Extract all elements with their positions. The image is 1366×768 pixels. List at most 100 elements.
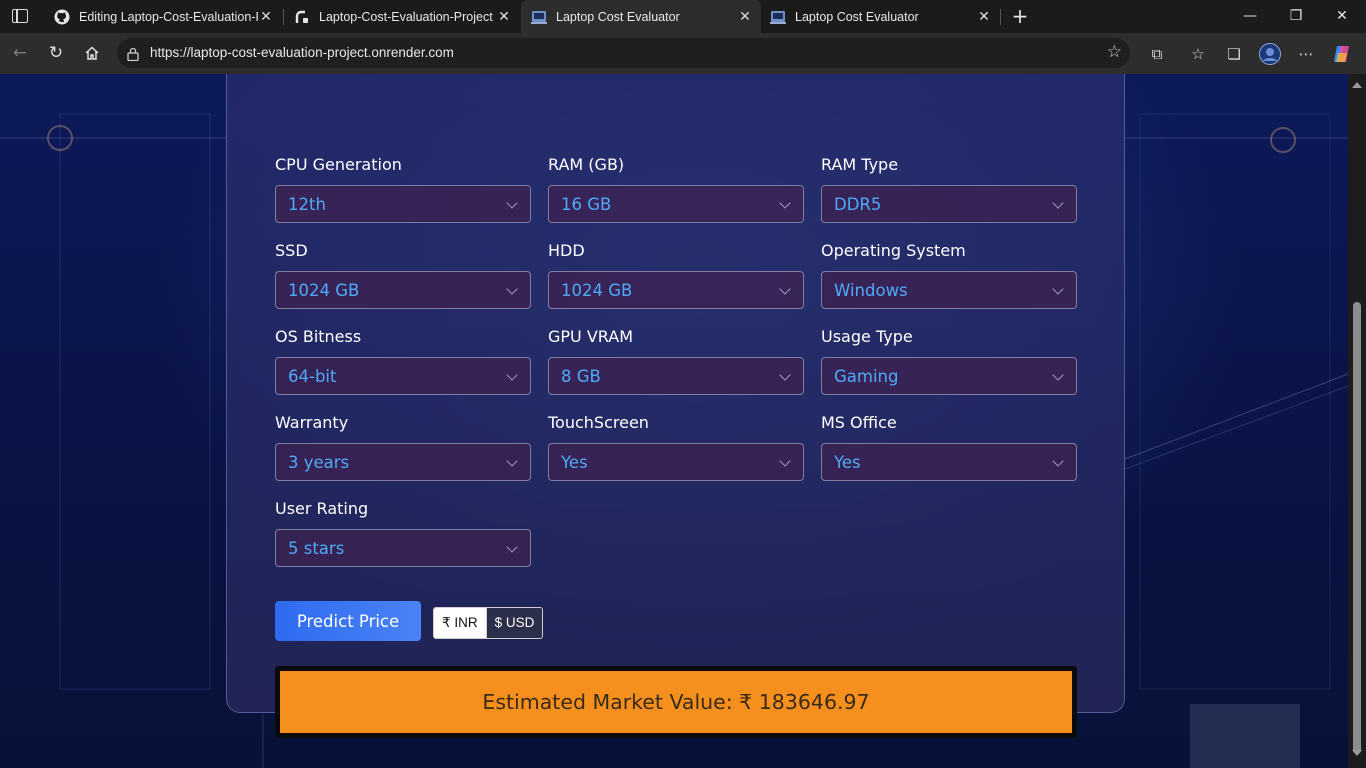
field-ram-type: RAM Type DDR5 [821, 155, 1077, 223]
ram-type-select[interactable]: DDR5 [821, 185, 1077, 223]
home-icon[interactable] [81, 42, 103, 64]
lock-icon[interactable] [127, 46, 139, 62]
field-cpu-generation: CPU Generation 12th [275, 155, 531, 223]
favorites-icon[interactable]: ☆ [1187, 43, 1209, 65]
gpu-vram-select[interactable]: 8 GB [548, 357, 804, 395]
predict-price-button[interactable]: Predict Price [275, 601, 421, 641]
tab-laptop[interactable]: Laptop Cost Evaluator ✕ [760, 0, 1000, 33]
scroll-down-arrow-icon[interactable] [1352, 750, 1362, 756]
field-label: Warranty [275, 413, 349, 432]
select-value: 1024 GB [561, 280, 633, 300]
field-label: HDD [548, 241, 585, 260]
operating-system-select[interactable]: Windows [821, 271, 1077, 309]
window-close-icon[interactable]: ✕ [1330, 5, 1354, 27]
field-label: GPU VRAM [548, 327, 634, 346]
chevron-down-icon [506, 197, 518, 209]
github-icon [54, 9, 70, 25]
field-os-bitness: OS Bitness 64-bit [275, 327, 531, 395]
os-bitness-select[interactable]: 64-bit [275, 357, 531, 395]
minimize-icon[interactable]: — [1238, 5, 1262, 27]
currency-toggle: ₹ INR $ USD [433, 607, 544, 639]
chevron-down-icon [506, 455, 518, 467]
chevron-down-icon [779, 369, 791, 381]
chevron-down-icon [506, 283, 518, 295]
chevron-down-icon [506, 369, 518, 381]
tab-title: Laptop Cost Evaluator [556, 9, 680, 24]
page-scrollbar[interactable] [1348, 74, 1366, 768]
chevron-down-icon [779, 197, 791, 209]
ms-office-select[interactable]: Yes [821, 443, 1077, 481]
tab-title: Editing Laptop-Cost-Evaluation-P [79, 9, 258, 24]
collections-icon[interactable]: ❏ [1223, 43, 1245, 65]
more-options-icon[interactable]: ⋯ [1295, 43, 1317, 65]
field-user-rating: User Rating 5 stars [275, 499, 531, 567]
field-gpu-vram: GPU VRAM 8 GB [548, 327, 804, 395]
field-label: Usage Type [821, 327, 913, 346]
field-hdd: HDD 1024 GB [548, 241, 804, 309]
refresh-icon[interactable]: ↻ [45, 42, 67, 64]
copilot-icon[interactable] [1331, 43, 1353, 65]
select-value: Windows [834, 280, 908, 300]
new-tab-plus-icon[interactable]: + [1010, 5, 1030, 27]
chevron-down-icon [1052, 197, 1064, 209]
chevron-down-icon [506, 541, 518, 553]
render-icon [294, 9, 310, 25]
cpu-generation-select[interactable]: 12th [275, 185, 531, 223]
select-value: Yes [834, 452, 861, 472]
close-icon[interactable]: ✕ [737, 9, 753, 25]
select-value: Gaming [834, 366, 899, 386]
ssd-select[interactable]: 1024 GB [275, 271, 531, 309]
estimated-value-text: Estimated Market Value: ₹ 183646.97 [280, 671, 1072, 733]
tab-laptop-active[interactable]: Laptop Cost Evaluator ✕ [521, 0, 761, 33]
back-arrow-icon[interactable]: ← [9, 42, 31, 64]
field-ram-gb: RAM (GB) 16 GB [548, 155, 804, 223]
currency-inr-button[interactable]: ₹ INR [434, 608, 486, 638]
tab-editing[interactable]: Editing Laptop-Cost-Evaluation-P ✕ [44, 0, 282, 33]
close-icon[interactable]: ✕ [258, 9, 274, 25]
select-value: 16 GB [561, 194, 612, 214]
page-viewport: CPU Generation 12th RAM (GB) 16 GB RAM T… [0, 74, 1348, 768]
tab-title: Laptop-Cost-Evaluation-Project · [319, 9, 496, 24]
extensions-icon[interactable]: ⧉ [1146, 43, 1168, 65]
laptop-icon [770, 9, 786, 25]
field-label: TouchScreen [548, 413, 649, 432]
chevron-down-icon [779, 455, 791, 467]
warranty-select[interactable]: 3 years [275, 443, 531, 481]
tab-render[interactable]: Laptop-Cost-Evaluation-Project · ✕ [284, 0, 520, 33]
field-label: Operating System [821, 241, 966, 260]
close-icon[interactable]: ✕ [976, 9, 992, 25]
favorite-star-icon[interactable]: ☆ [1107, 42, 1122, 62]
tab-title: Laptop Cost Evaluator [795, 9, 919, 24]
chevron-down-icon [779, 283, 791, 295]
hdd-select[interactable]: 1024 GB [548, 271, 804, 309]
select-value: Yes [561, 452, 588, 472]
browser-tab-bar: Editing Laptop-Cost-Evaluation-P ✕ Lapto… [0, 0, 1366, 33]
select-value: 3 years [288, 452, 350, 472]
currency-usd-button[interactable]: $ USD [485, 608, 543, 638]
field-label: OS Bitness [275, 327, 362, 346]
ram-gb-select[interactable]: 16 GB [548, 185, 804, 223]
restore-icon[interactable]: ❐ [1284, 5, 1308, 27]
user-rating-select[interactable]: 5 stars [275, 529, 531, 567]
chevron-down-icon [1052, 369, 1064, 381]
select-value: 1024 GB [288, 280, 360, 300]
profile-avatar[interactable] [1259, 43, 1281, 65]
sidebar-toggle-icon[interactable] [12, 9, 28, 23]
field-warranty: Warranty 3 years [275, 413, 531, 481]
touchscreen-select[interactable]: Yes [548, 443, 804, 481]
chevron-down-icon [1052, 283, 1064, 295]
field-touchscreen: TouchScreen Yes [548, 413, 804, 481]
chevron-down-icon [1052, 455, 1064, 467]
scroll-up-arrow-icon[interactable] [1352, 82, 1362, 88]
address-field[interactable]: https://laptop-cost-evaluation-project.o… [117, 38, 1130, 68]
scrollbar-thumb[interactable] [1353, 302, 1361, 754]
field-usage-type: Usage Type Gaming [821, 327, 1077, 395]
field-label: CPU Generation [275, 155, 402, 174]
field-label: MS Office [821, 413, 897, 432]
address-toolbar: ← ↻ https://laptop-cost-evaluation-proje… [0, 33, 1366, 75]
field-ssd: SSD 1024 GB [275, 241, 531, 309]
usage-type-select[interactable]: Gaming [821, 357, 1077, 395]
url-text[interactable]: https://laptop-cost-evaluation-project.o… [150, 45, 454, 60]
field-label: RAM Type [821, 155, 899, 174]
close-icon[interactable]: ✕ [496, 9, 512, 25]
